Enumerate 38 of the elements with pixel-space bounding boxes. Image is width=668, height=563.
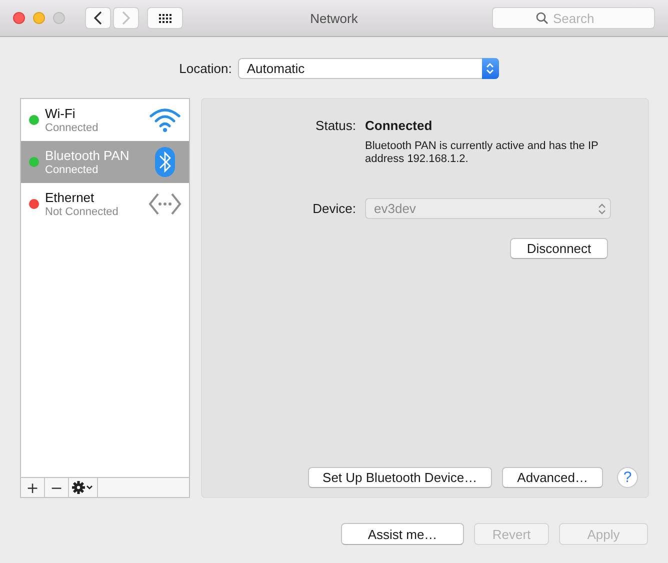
remove-button[interactable]: − [45,478,69,497]
help-button[interactable]: ? [617,467,638,488]
minimize-button[interactable] [33,12,45,24]
grid-icon [158,14,172,22]
add-button[interactable]: + [21,478,45,497]
ethernet-icon [148,192,182,216]
location-dropdown[interactable]: Automatic [238,58,499,79]
device-label: Device: [312,201,356,216]
action-menu-button[interactable] [69,478,98,497]
chevron-left-icon [94,11,102,25]
assist-button[interactable]: Assist me… [341,523,464,545]
window-title: Network [310,11,358,26]
bluetooth-icon [154,146,176,178]
stepper-arrows-icon [486,62,494,75]
service-status: Not Connected [45,206,120,218]
show-all-button[interactable] [147,7,183,29]
service-name: Ethernet [45,190,96,205]
stepper-arrows-icon [598,203,606,215]
service-name: Wi-Fi [45,106,76,121]
service-status: Connected [45,122,100,134]
service-status: Connected [45,164,100,176]
search-field[interactable]: Search [492,7,655,29]
wifi-icon [149,107,181,133]
gear-icon [72,481,94,494]
chevron-right-icon [122,11,130,25]
service-item[interactable]: Ethernet Not Connected [21,183,189,225]
disconnect-button[interactable]: Disconnect [510,238,608,259]
status-description: Bluetooth PAN is currently active and has the IP address 192.168.1.2. [365,140,600,166]
location-label: Location: [179,61,232,76]
setup-bluetooth-button[interactable]: Set Up Bluetooth Device… [308,467,492,488]
status-label: Status: [314,118,356,133]
status-value: Connected [365,118,434,133]
advanced-button[interactable]: Advanced… [502,467,603,488]
back-button[interactable] [85,7,111,29]
service-name: Bluetooth PAN [45,148,130,163]
close-button[interactable] [13,12,25,24]
search-icon [536,12,548,24]
service-item[interactable]: Wi-Fi Connected [21,99,189,141]
